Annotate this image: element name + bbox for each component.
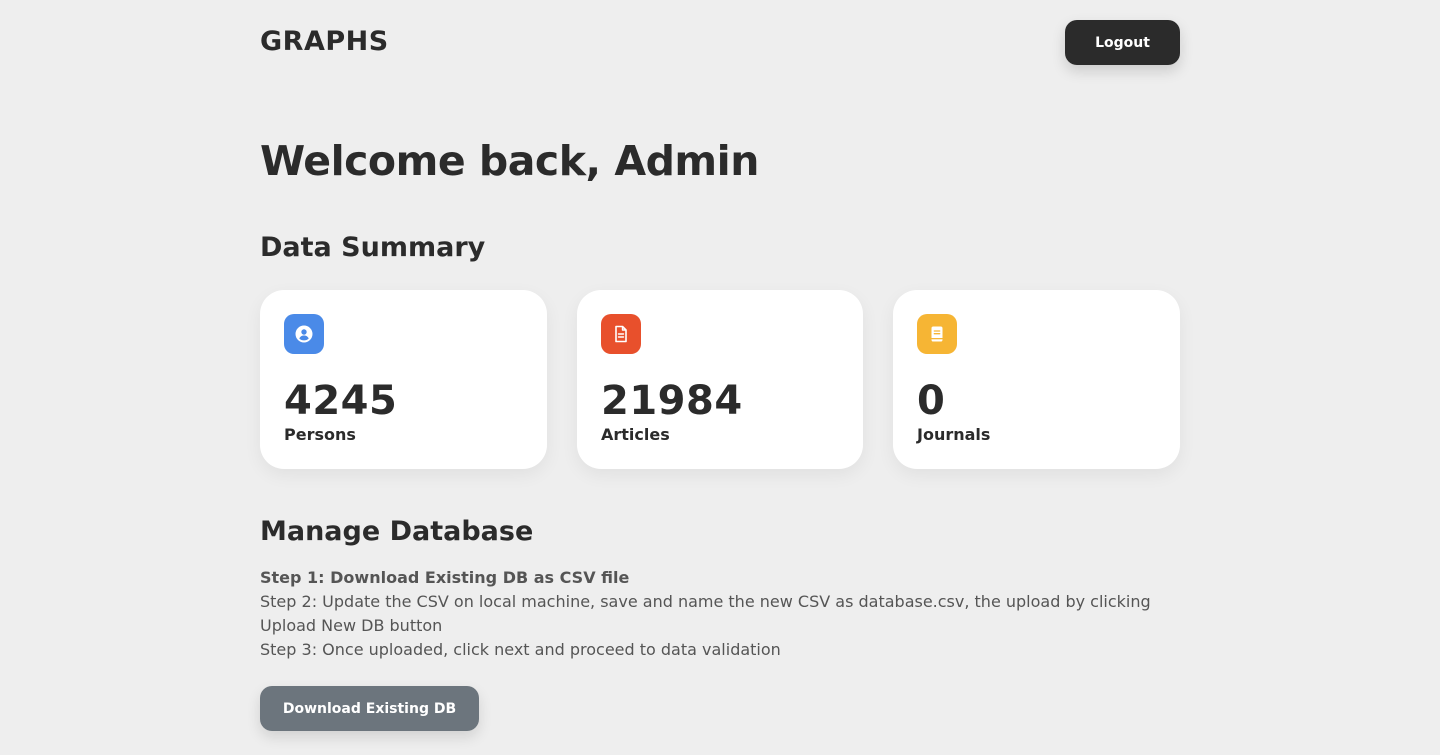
journals-label: Journals: [917, 425, 991, 444]
persons-card: 4245 Persons: [260, 290, 547, 469]
page-title: Welcome back, Admin: [260, 137, 759, 185]
book-icon: [917, 314, 957, 354]
step-3-text: Step 3: Once uploaded, click next and pr…: [260, 640, 781, 659]
articles-count: 21984: [601, 378, 743, 424]
page: GRAPHS Logout Welcome back, Admin Data S…: [0, 0, 1440, 755]
manage-database-title: Manage Database: [260, 516, 534, 547]
persons-count: 4245: [284, 378, 398, 424]
summary-cards: 4245 Persons 21984 Articles 0 Journals: [260, 290, 1180, 469]
journals-count: 0: [917, 378, 946, 424]
document-icon: [601, 314, 641, 354]
logout-button[interactable]: Logout: [1065, 20, 1180, 65]
header: GRAPHS Logout: [260, 20, 1180, 65]
articles-card: 21984 Articles: [577, 290, 863, 469]
step-1-text: Step 1: Download Existing DB as CSV file: [260, 568, 630, 587]
brand-logo: GRAPHS: [260, 26, 389, 57]
download-existing-db-button[interactable]: Download Existing DB: [260, 686, 479, 731]
step-2-text: Step 2: Update the CSV on local machine,…: [260, 592, 1151, 635]
user-icon: [284, 314, 324, 354]
articles-label: Articles: [601, 425, 670, 444]
journals-card: 0 Journals: [893, 290, 1180, 469]
data-summary-title: Data Summary: [260, 232, 486, 263]
persons-label: Persons: [284, 425, 356, 444]
manage-steps: Step 1: Download Existing DB as CSV file…: [260, 566, 1180, 662]
